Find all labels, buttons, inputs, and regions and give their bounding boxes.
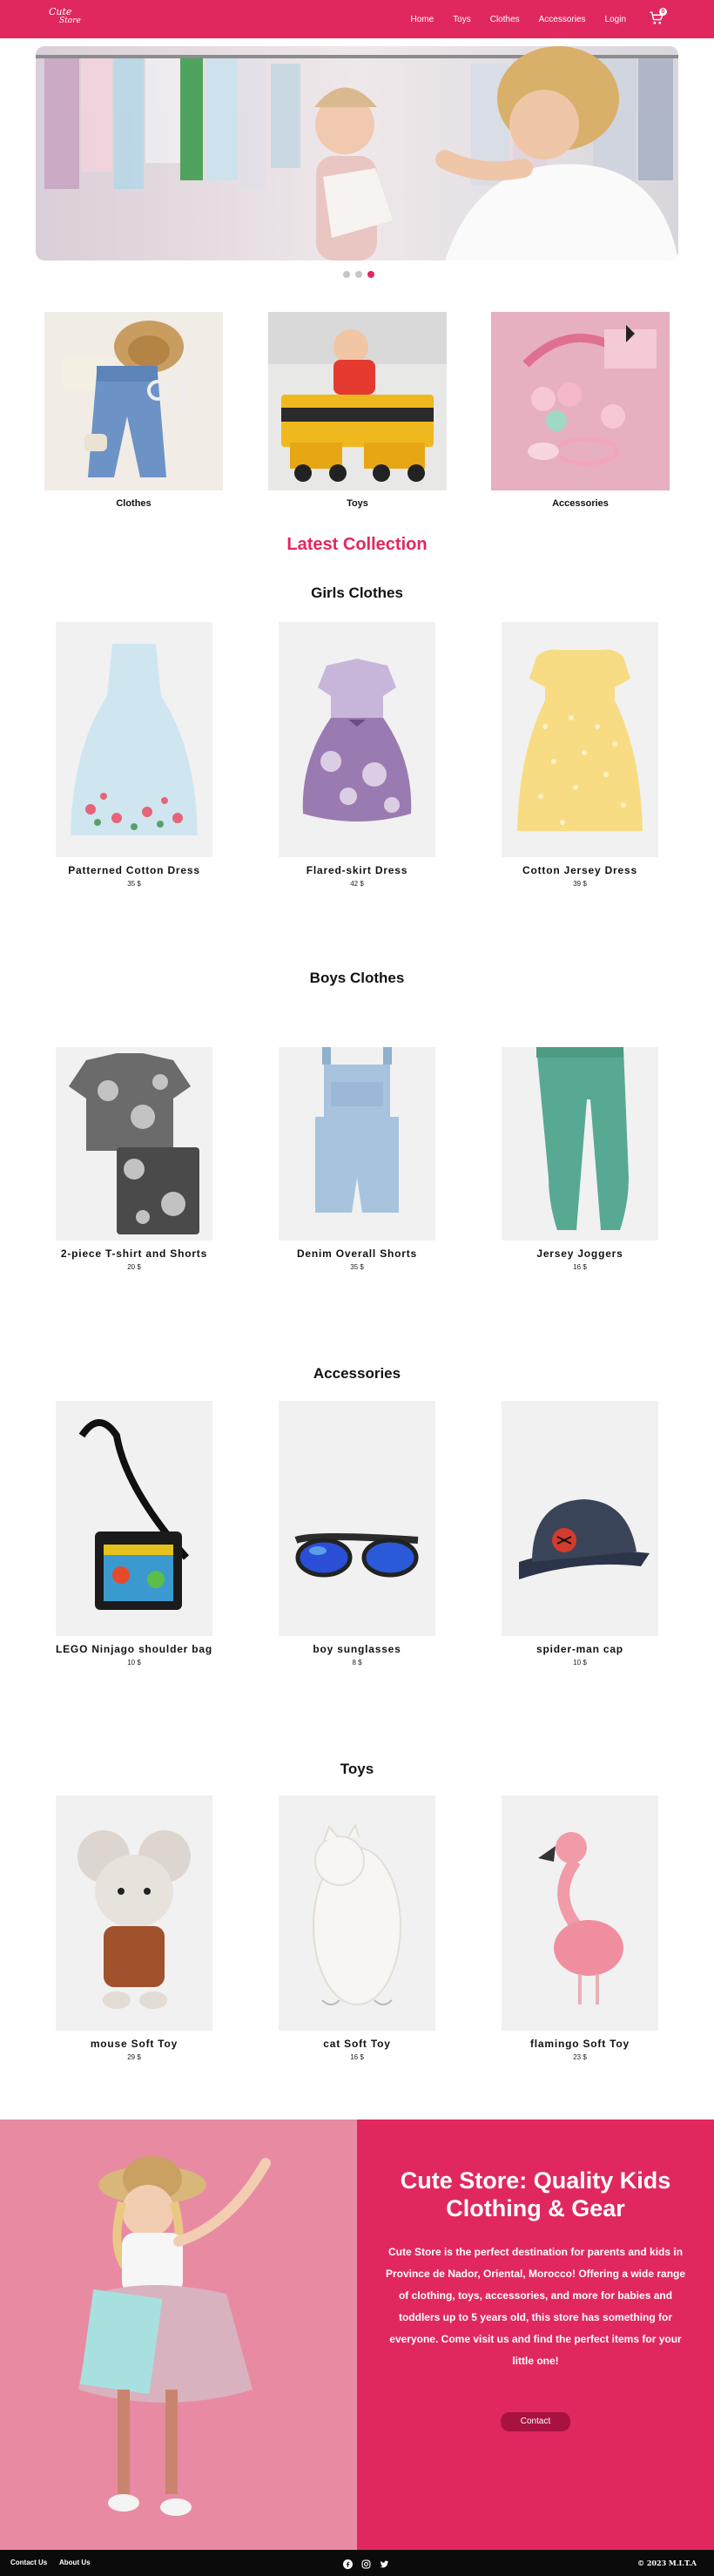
- section-title-toys: Toys: [340, 1761, 374, 1777]
- carousel-dot-2[interactable]: [355, 271, 362, 278]
- product-price: 16 $: [350, 2053, 364, 2061]
- product-card[interactable]: Denim Overall Shorts 35 $: [279, 1047, 435, 1271]
- nav-login-link[interactable]: Login: [596, 15, 636, 24]
- product-price: 29 $: [127, 2053, 141, 2061]
- nav-toys-link[interactable]: Toys: [443, 15, 481, 24]
- product-name: mouse Soft Toy: [90, 2038, 178, 2050]
- product-image: [56, 1401, 212, 1636]
- product-name: 2-piece T-shirt and Shorts: [60, 1247, 208, 1260]
- product-price: 20 $: [127, 1263, 141, 1271]
- footer: Contact Us About Us © 2023 M.I.T.A: [0, 2550, 714, 2576]
- product-card[interactable]: LEGO Ninjago shoulder bag 10 $: [56, 1401, 212, 1667]
- product-image: [279, 1795, 435, 2031]
- product-name: cat Soft Toy: [323, 2038, 391, 2050]
- product-name: spider-man cap: [536, 1643, 623, 1655]
- logo-line1: Cute: [49, 6, 72, 17]
- product-image: [279, 622, 435, 857]
- product-image: [502, 1795, 658, 2031]
- product-card[interactable]: Jersey Joggers 16 $: [502, 1047, 658, 1271]
- product-name: flamingo Soft Toy: [529, 2038, 630, 2050]
- copyright-text: © 2023 M.I.T.A: [637, 2559, 697, 2567]
- product-card[interactable]: spider-man cap 10 $: [502, 1401, 658, 1667]
- nav-home-link[interactable]: Home: [401, 15, 443, 24]
- category-label: Clothes: [116, 498, 152, 509]
- section-title-girls: Girls Clothes: [311, 585, 403, 601]
- category-label: Toys: [347, 498, 368, 509]
- logo[interactable]: Cute Store: [49, 7, 84, 31]
- product-price: 39 $: [573, 880, 587, 888]
- category-label: Accessories: [552, 498, 609, 509]
- hair-accessories-image: [491, 312, 670, 490]
- latest-collection-title: Latest Collection: [286, 535, 428, 554]
- product-name: Flared-skirt Dress: [306, 864, 408, 876]
- category-toys[interactable]: Toys: [268, 312, 447, 509]
- product-name: LEGO Ninjago shoulder bag: [56, 1643, 213, 1655]
- product-price: 10 $: [573, 1659, 587, 1667]
- hero-image: [36, 46, 678, 260]
- section-title-accessories: Accessories: [313, 1365, 401, 1382]
- logo-line2: Store: [59, 17, 81, 25]
- product-card[interactable]: boy sunglasses 8 $: [279, 1401, 435, 1667]
- product-price: 23 $: [573, 2053, 587, 2061]
- carousel-dot-1[interactable]: [343, 271, 350, 278]
- product-image: [56, 1795, 212, 2031]
- product-card[interactable]: Cotton Jersey Dress 39 $: [502, 622, 658, 888]
- product-card[interactable]: mouse Soft Toy 29 $: [56, 1795, 212, 2061]
- navbar: Cute Store Home Toys Clothes Accessories…: [0, 0, 714, 38]
- product-image: [502, 1401, 658, 1636]
- product-price: 35 $: [350, 1263, 364, 1271]
- footer-contact-link[interactable]: Contact Us: [10, 2559, 47, 2566]
- product-card[interactable]: 2-piece T-shirt and Shorts 20 $: [56, 1047, 212, 1271]
- product-price: 8 $: [352, 1659, 362, 1667]
- category-clothes[interactable]: Clothes: [44, 312, 223, 509]
- promo-panel: Cute Store: Quality Kids Clothing & Gear…: [357, 2120, 714, 2550]
- product-price: 10 $: [127, 1659, 141, 1667]
- promo-description: Cute Store is the perfect destination fo…: [385, 2246, 686, 2367]
- carousel-dots: [343, 271, 374, 278]
- twitter-icon[interactable]: [380, 2558, 389, 2568]
- product-card[interactable]: flamingo Soft Toy 23 $: [502, 1795, 658, 2061]
- nav-links: Home Toys Clothes Accessories Login: [401, 0, 636, 38]
- product-name: Denim Overall Shorts: [296, 1247, 418, 1260]
- toy-truck-image: [268, 312, 447, 490]
- footer-about-link[interactable]: About Us: [59, 2559, 91, 2566]
- category-accessories[interactable]: Accessories: [491, 312, 670, 509]
- promo-section: Cute Store: Quality Kids Clothing & Gear…: [0, 2120, 714, 2550]
- product-name: boy sunglasses: [313, 1643, 401, 1655]
- instagram-icon[interactable]: [361, 2558, 371, 2569]
- product-image: [279, 1047, 435, 1241]
- product-name: Jersey Joggers: [536, 1247, 623, 1260]
- product-price: 42 $: [350, 880, 364, 888]
- carousel-dot-3[interactable]: [367, 271, 374, 278]
- promo-title: Cute Store: Quality Kids Clothing & Gear: [400, 2167, 671, 2221]
- cart-count-badge: 0: [659, 8, 667, 16]
- social-links: [343, 2558, 389, 2569]
- product-price: 16 $: [573, 1263, 587, 1271]
- product-image: [502, 1047, 658, 1241]
- facebook-icon[interactable]: [343, 2558, 353, 2569]
- product-name: Patterned Cotton Dress: [68, 864, 200, 876]
- section-title-boys: Boys Clothes: [309, 970, 405, 986]
- product-image: [56, 1047, 212, 1241]
- clothes-image: [44, 312, 223, 490]
- product-image: [279, 1401, 435, 1636]
- girl-shopping-image: [0, 2120, 357, 2550]
- product-image: [56, 622, 212, 857]
- product-name: Cotton Jersey Dress: [522, 864, 637, 876]
- product-price: 35 $: [127, 880, 141, 888]
- contact-button[interactable]: Contact: [501, 2412, 570, 2431]
- product-card[interactable]: Patterned Cotton Dress 35 $: [56, 622, 212, 888]
- nav-accessories-link[interactable]: Accessories: [529, 15, 596, 24]
- hero-carousel[interactable]: [36, 46, 678, 260]
- product-image: [502, 622, 658, 857]
- cart-button[interactable]: 0: [649, 8, 668, 28]
- nav-clothes-link[interactable]: Clothes: [481, 15, 529, 24]
- product-card[interactable]: cat Soft Toy 16 $: [279, 1795, 435, 2061]
- product-card[interactable]: Flared-skirt Dress 42 $: [279, 622, 435, 888]
